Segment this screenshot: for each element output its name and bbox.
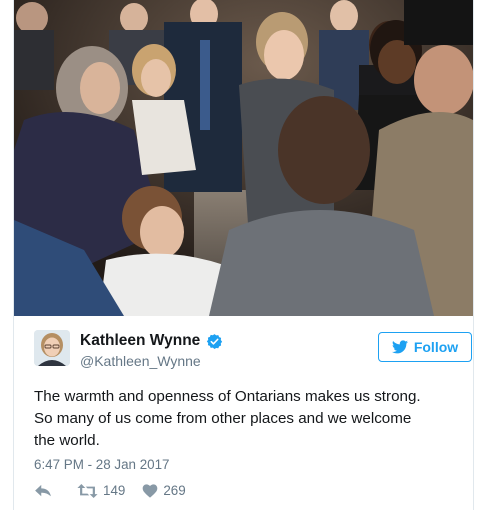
tweet-text: The warmth and openness of Ontarians mak… bbox=[34, 386, 459, 452]
retweet-count: 149 bbox=[103, 483, 126, 498]
author-name-row[interactable]: Kathleen Wynne bbox=[80, 332, 223, 350]
tweet-header: Kathleen Wynne @Kathleen_Wynne Follow bbox=[34, 329, 472, 373]
tweet-text-line: So many of us come from other places and… bbox=[34, 410, 412, 427]
tweet-text-line: the world. bbox=[34, 432, 100, 449]
twitter-bird-icon bbox=[391, 340, 408, 354]
tweet-card: Kathleen Wynne @Kathleen_Wynne Follow Th… bbox=[13, 0, 474, 510]
heart-icon bbox=[143, 483, 158, 498]
author-display-name[interactable]: Kathleen Wynne bbox=[80, 332, 200, 350]
like-count: 269 bbox=[163, 483, 186, 498]
tweet-timestamp[interactable]: 6:47 PM - 28 Jan 2017 bbox=[34, 457, 169, 472]
follow-button[interactable]: Follow bbox=[378, 332, 472, 362]
tweet-text-line: The warmth and openness of Ontarians mak… bbox=[34, 388, 421, 405]
author-handle[interactable]: @Kathleen_Wynne bbox=[80, 353, 201, 369]
tweet-photo[interactable] bbox=[14, 0, 473, 316]
retweet-button[interactable]: 149 bbox=[77, 483, 125, 498]
reply-icon bbox=[35, 484, 51, 496]
like-button[interactable]: 269 bbox=[142, 483, 186, 498]
tweet-actions: 149 269 bbox=[34, 483, 186, 498]
retweet-icon bbox=[77, 483, 98, 498]
follow-button-label: Follow bbox=[413, 339, 459, 355]
avatar-image bbox=[34, 330, 70, 366]
reply-button[interactable] bbox=[34, 484, 52, 498]
profile-avatar[interactable] bbox=[34, 330, 70, 366]
crowd-photo-image bbox=[14, 0, 473, 316]
verified-badge-icon bbox=[207, 333, 223, 349]
